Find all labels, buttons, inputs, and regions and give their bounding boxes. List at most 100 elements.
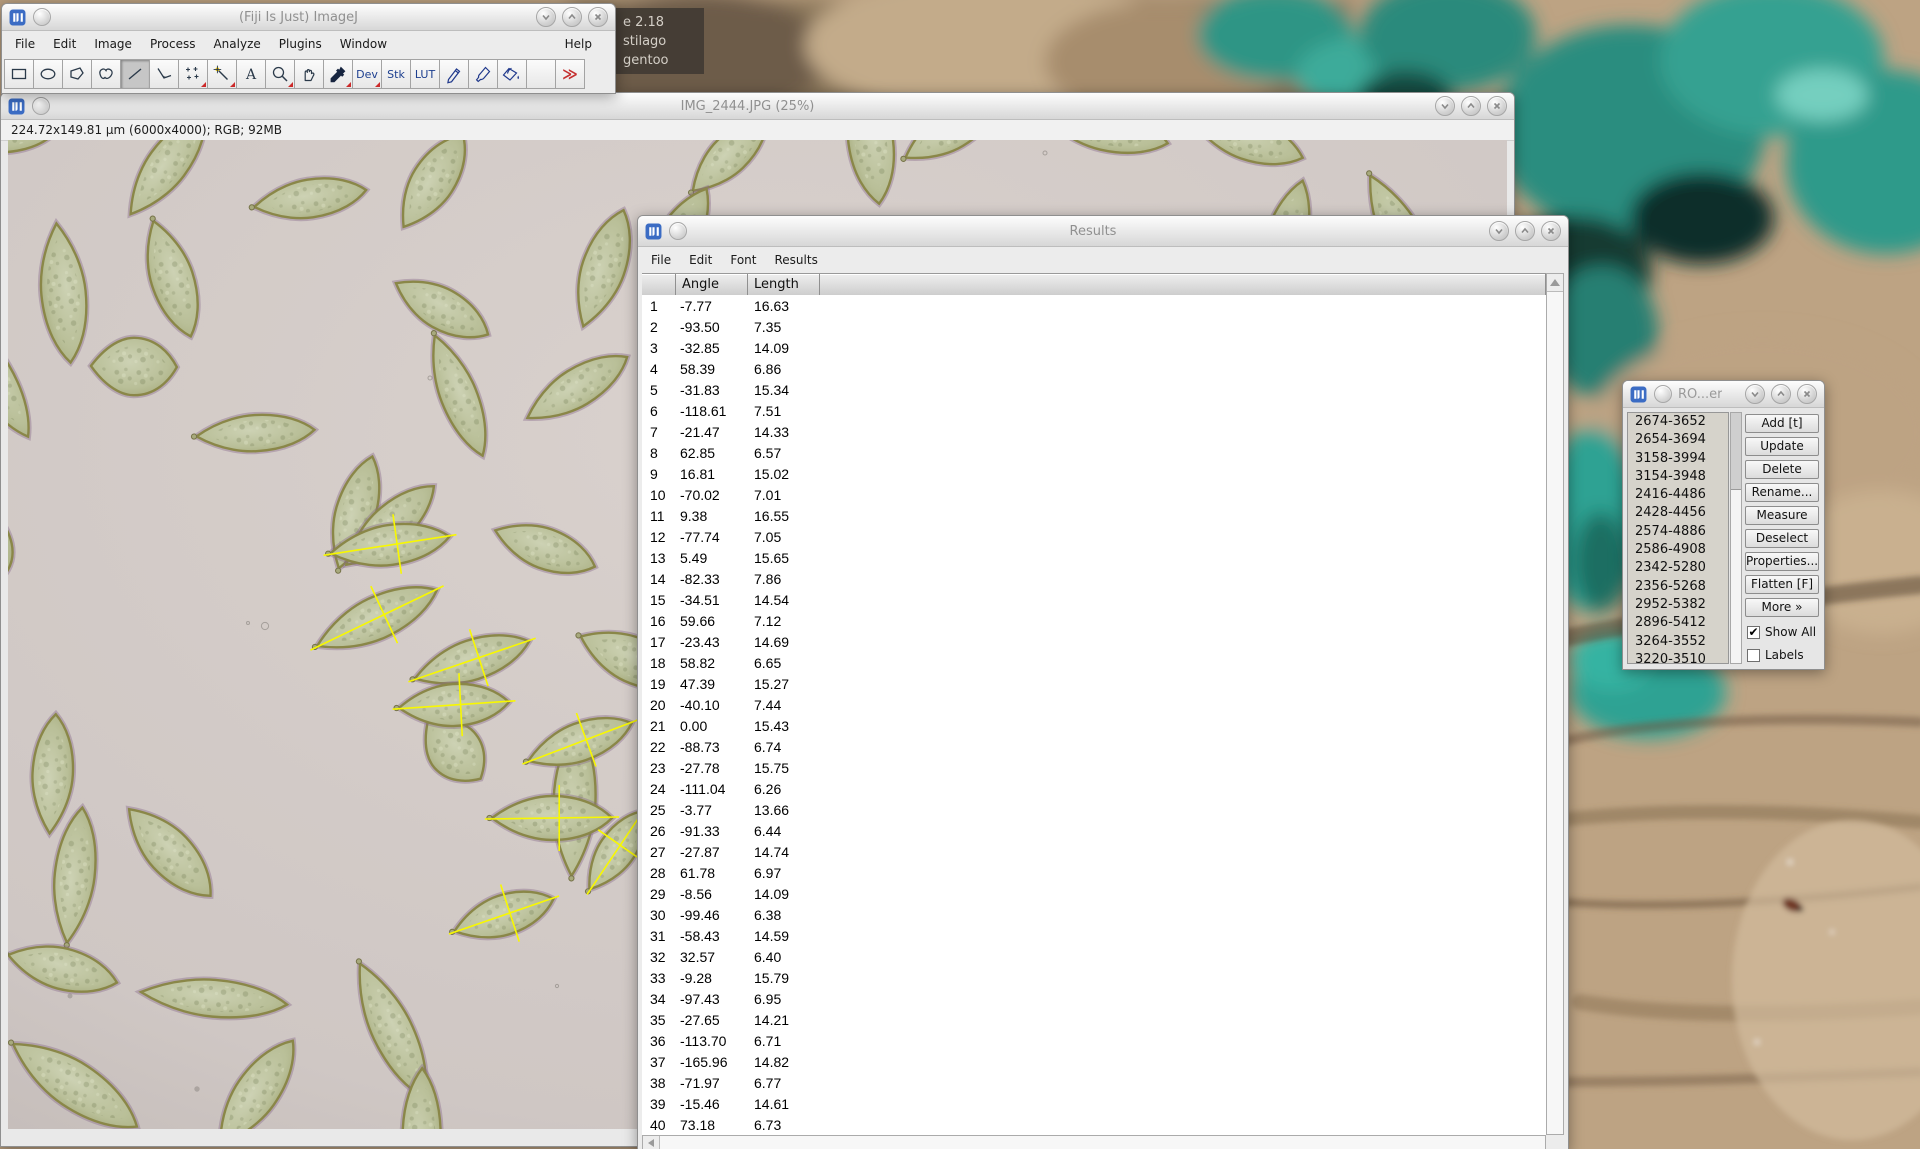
stack-tool[interactable]: Stk xyxy=(381,59,411,89)
rectangle-tool[interactable] xyxy=(4,59,34,89)
zoom-tool[interactable] xyxy=(265,59,295,89)
results-row-9[interactable]: 916.8115.02 xyxy=(642,463,1546,484)
results-menu-results[interactable]: Results xyxy=(765,250,826,270)
results-row-36[interactable]: 36-113.706.71 xyxy=(642,1030,1546,1051)
menu-window[interactable]: Window xyxy=(331,34,396,54)
results-row-35[interactable]: 35-27.6514.21 xyxy=(642,1009,1546,1030)
window-menu-button[interactable] xyxy=(32,97,50,115)
lut-tool[interactable]: LUT xyxy=(410,59,440,89)
dropper-tool[interactable] xyxy=(323,59,353,89)
results-row-18[interactable]: 1858.826.65 xyxy=(642,652,1546,673)
results-row-10[interactable]: 10-70.027.01 xyxy=(642,484,1546,505)
results-row-32[interactable]: 3232.576.40 xyxy=(642,946,1546,967)
flatten-f-button[interactable]: Flatten [F] xyxy=(1745,575,1819,594)
window-menu-button[interactable] xyxy=(669,222,687,240)
add-t-button[interactable]: Add [t] xyxy=(1745,414,1819,433)
shade-button[interactable] xyxy=(536,7,556,27)
menu-analyze[interactable]: Analyze xyxy=(204,34,269,54)
menu-help[interactable]: Help xyxy=(556,34,601,54)
angle-tool[interactable] xyxy=(149,59,179,89)
roi-list-item-9[interactable]: 2342-5280 xyxy=(1628,559,1728,577)
image-window-titlebar[interactable]: IMG_2444.JPG (25%) xyxy=(1,93,1514,120)
results-row-6[interactable]: 6-118.617.51 xyxy=(642,400,1546,421)
results-row-20[interactable]: 20-40.107.44 xyxy=(642,694,1546,715)
maximize-button[interactable] xyxy=(1771,384,1791,404)
scrollbar-thumb[interactable] xyxy=(1731,413,1741,490)
more-button[interactable]: More » xyxy=(1745,598,1819,617)
results-row-3[interactable]: 3-32.8514.09 xyxy=(642,337,1546,358)
results-row-14[interactable]: 14-82.337.86 xyxy=(642,568,1546,589)
roi-list-item-7[interactable]: 2574-4886 xyxy=(1628,523,1728,541)
results-row-28[interactable]: 2861.786.97 xyxy=(642,862,1546,883)
properties-button[interactable]: Properties... xyxy=(1745,552,1819,571)
results-menu-font[interactable]: Font xyxy=(721,250,765,270)
window-menu-button[interactable] xyxy=(33,8,51,26)
fill-tool[interactable] xyxy=(497,59,527,89)
results-row-39[interactable]: 39-15.4614.61 xyxy=(642,1093,1546,1114)
rename-button[interactable]: Rename... xyxy=(1745,483,1819,502)
wand-tool[interactable] xyxy=(207,59,237,89)
menu-file[interactable]: File xyxy=(6,34,44,54)
deselect-button[interactable]: Deselect xyxy=(1745,529,1819,548)
roi-list-item-2[interactable]: 2654-3694 xyxy=(1628,431,1728,449)
results-row-34[interactable]: 34-97.436.95 xyxy=(642,988,1546,1009)
menu-plugins[interactable]: Plugins xyxy=(270,34,331,54)
more-tools-button[interactable]: ≫ xyxy=(555,59,585,89)
maximize-button[interactable] xyxy=(1461,96,1481,116)
results-row-23[interactable]: 23-27.7815.75 xyxy=(642,757,1546,778)
results-row-21[interactable]: 210.0015.43 xyxy=(642,715,1546,736)
checkbox-box[interactable] xyxy=(1747,649,1760,662)
results-vertical-scrollbar[interactable] xyxy=(1546,273,1564,1135)
menu-process[interactable]: Process xyxy=(141,34,205,54)
line-tool[interactable] xyxy=(120,59,150,89)
freehand-tool[interactable] xyxy=(91,59,121,89)
close-button[interactable] xyxy=(588,7,608,27)
window-menu-button[interactable] xyxy=(1654,385,1672,403)
menu-edit[interactable]: Edit xyxy=(44,34,85,54)
results-row-17[interactable]: 17-23.4314.69 xyxy=(642,631,1546,652)
maximize-button[interactable] xyxy=(562,7,582,27)
roi-list-item-13[interactable]: 3264-3552 xyxy=(1628,633,1728,651)
results-row-22[interactable]: 22-88.736.74 xyxy=(642,736,1546,757)
angle-column-header[interactable]: Angle xyxy=(676,274,748,296)
results-row-13[interactable]: 135.4915.65 xyxy=(642,547,1546,568)
results-row-15[interactable]: 15-34.5114.54 xyxy=(642,589,1546,610)
results-row-26[interactable]: 26-91.336.44 xyxy=(642,820,1546,841)
results-menu-edit[interactable]: Edit xyxy=(680,250,721,270)
labels-checkbox[interactable]: Labels xyxy=(1747,648,1804,662)
hand-tool[interactable] xyxy=(294,59,324,89)
roi-list[interactable]: 2674-36522654-36943158-39943154-39482416… xyxy=(1627,412,1729,664)
results-row-12[interactable]: 12-77.747.05 xyxy=(642,526,1546,547)
roi-list-item-6[interactable]: 2428-4456 xyxy=(1628,504,1728,522)
results-row-2[interactable]: 2-93.507.35 xyxy=(642,316,1546,337)
maximize-button[interactable] xyxy=(1515,221,1535,241)
dev-tool[interactable]: Dev xyxy=(352,59,382,89)
results-row-30[interactable]: 30-99.466.38 xyxy=(642,904,1546,925)
results-row-29[interactable]: 29-8.5614.09 xyxy=(642,883,1546,904)
results-row-8[interactable]: 862.856.57 xyxy=(642,442,1546,463)
row-number-column-header[interactable] xyxy=(642,274,676,296)
results-row-5[interactable]: 5-31.8315.34 xyxy=(642,379,1546,400)
pencil-tool[interactable] xyxy=(439,59,469,89)
roi-list-item-12[interactable]: 2896-5412 xyxy=(1628,614,1728,632)
results-row-16[interactable]: 1659.667.12 xyxy=(642,610,1546,631)
measure-button[interactable]: Measure xyxy=(1745,506,1819,525)
roi-titlebar[interactable]: RO...er xyxy=(1623,381,1824,408)
results-row-31[interactable]: 31-58.4314.59 xyxy=(642,925,1546,946)
results-row-27[interactable]: 27-27.8714.74 xyxy=(642,841,1546,862)
roi-list-item-14[interactable]: 3220-3510 xyxy=(1628,651,1728,664)
roi-list-item-4[interactable]: 3154-3948 xyxy=(1628,468,1728,486)
roi-list-scrollbar[interactable] xyxy=(1730,412,1742,664)
results-table-body[interactable]: 1-7.7716.632-93.507.353-32.8514.09458.39… xyxy=(642,295,1546,1135)
roi-list-item-1[interactable]: 2674-3652 xyxy=(1628,413,1728,431)
shade-button[interactable] xyxy=(1489,221,1509,241)
oval-tool[interactable] xyxy=(33,59,63,89)
roi-list-item-10[interactable]: 2356-5268 xyxy=(1628,578,1728,596)
results-row-11[interactable]: 119.3816.55 xyxy=(642,505,1546,526)
show-all-checkbox[interactable]: ✔Show All xyxy=(1747,625,1816,639)
length-column-header[interactable]: Length xyxy=(748,274,820,296)
shade-button[interactable] xyxy=(1745,384,1765,404)
polygon-tool[interactable] xyxy=(62,59,92,89)
roi-list-item-5[interactable]: 2416-4486 xyxy=(1628,486,1728,504)
results-row-1[interactable]: 1-7.7716.63 xyxy=(642,295,1546,316)
